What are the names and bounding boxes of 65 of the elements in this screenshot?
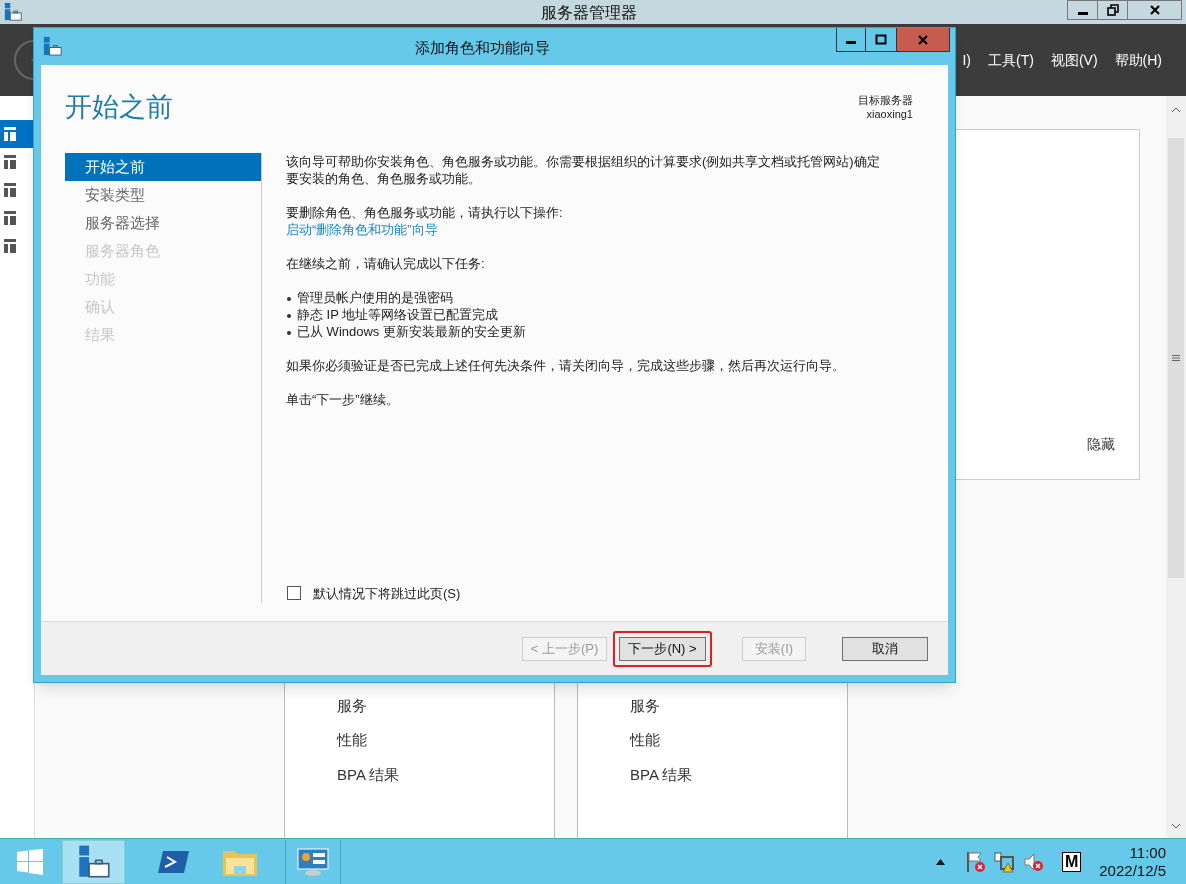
server-icon[interactable]	[3, 182, 17, 198]
wizard-button[interactable]: 下一步(N) >	[619, 636, 706, 661]
tile-item[interactable]: BPA 结果	[630, 763, 847, 786]
control-panel-icon	[296, 846, 330, 877]
minimize-button[interactable]	[836, 28, 866, 52]
server-icon[interactable]	[3, 210, 17, 226]
windows-logo-icon	[17, 848, 43, 875]
skip-page-checkbox[interactable]	[287, 586, 301, 601]
instruction-text: 如果你必须验证是否已完成上述任何先决条件，请关闭向导，完成这些步骤，然后再次运行向导。	[286, 357, 846, 374]
flag-error-icon[interactable]	[965, 850, 988, 873]
instruction-text: 在继续之前，请确认完成以下任务:	[286, 255, 486, 272]
minimize-button[interactable]	[1067, 0, 1098, 20]
tile-item[interactable]: 服务	[630, 694, 847, 717]
input-method-indicator[interactable]: M	[1062, 851, 1082, 872]
dashboard-icon[interactable]	[3, 126, 17, 142]
page-heading: 开始之前	[65, 91, 173, 124]
restore-icon	[1106, 4, 1119, 16]
bullet-icon	[287, 331, 291, 335]
wizard-step[interactable]: 安装类型	[65, 181, 261, 209]
tile-item[interactable]: BPA 结果	[337, 763, 554, 786]
maximize-icon	[875, 33, 887, 46]
instruction-text: 单击“下一步”继续。	[286, 391, 400, 408]
close-icon	[1148, 4, 1161, 16]
bullet-icon	[287, 297, 291, 301]
menu-item[interactable]: 视图(V)	[1050, 49, 1098, 71]
network-warning-icon[interactable]	[993, 850, 1016, 873]
tile-item[interactable]: 服务	[337, 694, 554, 717]
menu-item[interactable]: I)	[962, 49, 971, 71]
menu-item[interactable]: 工具(T)	[988, 49, 1034, 71]
window-title: 服务器管理器	[541, 3, 637, 23]
clock-time[interactable]: 11:00	[1129, 843, 1166, 862]
wizard-step[interactable]: 服务器选择	[65, 209, 261, 237]
wizard-step[interactable]: 开始之前	[65, 153, 261, 181]
dialog-icon	[42, 36, 63, 57]
dialog-title: 添加角色和功能向导	[415, 38, 550, 58]
minimize-icon	[1077, 11, 1088, 15]
task-item: 静态 IP 地址等网络设置已配置完成	[297, 306, 499, 323]
app-icon	[3, 2, 23, 22]
menu-item[interactable]: 帮助(H)	[1114, 49, 1162, 71]
tile-item[interactable]: 性能	[630, 729, 847, 752]
tile-item[interactable]: 性能	[337, 729, 554, 752]
close-button[interactable]	[1128, 0, 1182, 20]
clock-date[interactable]: 2022/12/5	[1099, 861, 1166, 880]
minimize-icon	[846, 41, 856, 44]
show-hidden-icons-icon[interactable]	[936, 858, 946, 865]
target-server-name: xiaoxing1	[866, 107, 913, 121]
wizard-button[interactable]: 取消	[842, 636, 928, 661]
control-panel-button[interactable]	[285, 839, 341, 884]
skip-page-label[interactable]: 默认情况下将跳过此页(S)	[313, 583, 461, 603]
restore-button[interactable]	[1098, 0, 1128, 20]
task-item: 已从 Windows 更新安装最新的安全更新	[297, 323, 526, 340]
wizard-link[interactable]: 启动“删除角色和功能”向导	[286, 221, 438, 238]
hide-link[interactable]: 隐藏	[1087, 434, 1115, 455]
close-icon	[917, 33, 929, 46]
instruction-text: 该向导可帮助你安装角色、角色服务或功能。你需要根据组织的计算要求(例如共享文档或托管网站)确定要安装的角色、角色服务或功能。	[286, 153, 881, 187]
server-manager-taskbar-button[interactable]	[62, 839, 125, 884]
target-server-label: 目标服务器	[858, 93, 913, 107]
server-icon[interactable]	[3, 154, 17, 170]
grip-icon	[1172, 355, 1180, 361]
task-item: 管理员帐户使用的是强密码	[297, 289, 453, 306]
server-icon[interactable]	[3, 238, 17, 254]
terminal-icon	[158, 849, 190, 874]
bullet-icon	[287, 314, 291, 318]
scrollbar[interactable]	[1166, 96, 1186, 838]
instruction-text: 要删除角色、角色服务或功能，请执行以下操作:	[286, 204, 564, 221]
